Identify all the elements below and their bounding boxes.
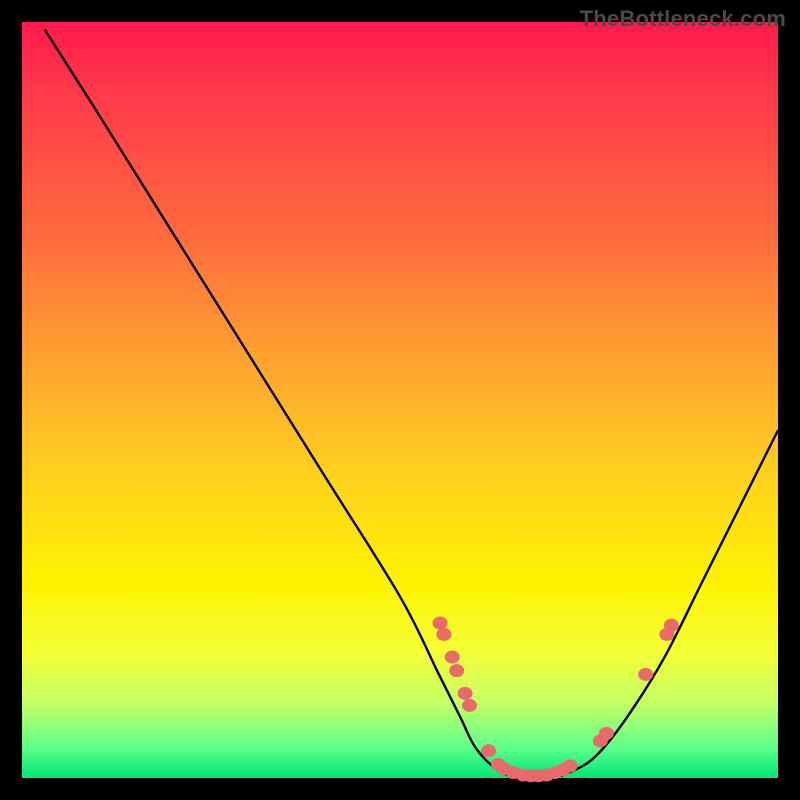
curve-marker: [563, 759, 578, 772]
curve-marker: [449, 664, 464, 677]
bottleneck-curve: [45, 30, 778, 779]
curve-marker: [664, 619, 679, 632]
curve-marker: [462, 699, 477, 712]
curve-marker: [481, 744, 496, 757]
curve-marker: [599, 727, 614, 740]
curve-marker: [458, 687, 473, 700]
curve-marker: [433, 617, 448, 630]
chart-svg: [22, 22, 778, 778]
curve-marker: [436, 628, 451, 641]
chart-frame: [22, 22, 778, 778]
curve-marker: [638, 668, 653, 681]
curve-markers: [433, 617, 679, 783]
curve-marker: [445, 651, 460, 664]
watermark-text: TheBottleneck.com: [580, 6, 786, 32]
